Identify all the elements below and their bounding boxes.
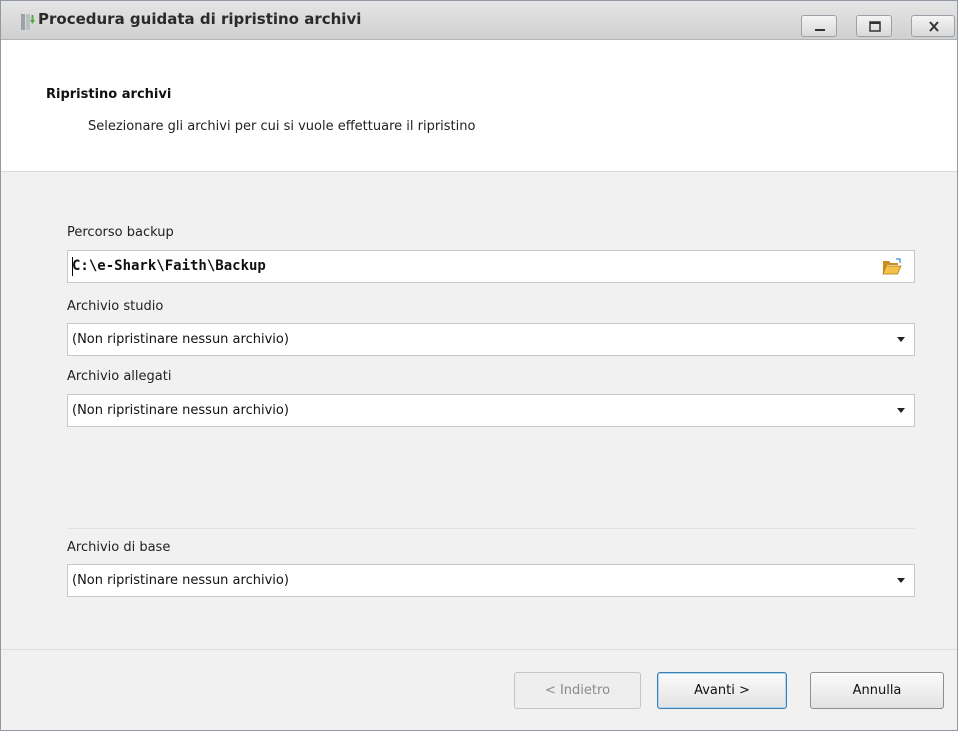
footer-divider	[1, 649, 957, 650]
backup-path-label: Percorso backup	[67, 225, 174, 240]
cancel-button[interactable]: Annulla	[810, 672, 944, 709]
title-bar[interactable]: Procedura guidata di ripristino archivi	[1, 1, 957, 40]
base-archive-select[interactable]: (Non ripristinare nessun archivio)	[67, 564, 915, 597]
base-archive-label: Archivio di base	[67, 540, 171, 555]
attachments-archive-label: Archivio allegati	[67, 369, 172, 384]
backup-path-input[interactable]: C:\e-Shark\Faith\Backup	[67, 250, 915, 283]
backup-path-value: C:\e-Shark\Faith\Backup	[72, 258, 266, 274]
chevron-down-icon[interactable]	[897, 337, 905, 342]
back-button[interactable]: < Indietro	[514, 672, 641, 709]
close-button[interactable]	[911, 15, 955, 37]
restore-archive-icon	[21, 14, 35, 30]
page-title: Ripristino archivi	[46, 87, 172, 102]
page-subtitle: Selezionare gli archivi per cui si vuole…	[88, 119, 476, 134]
studio-archive-select[interactable]: (Non ripristinare nessun archivio)	[67, 323, 915, 356]
chevron-down-icon[interactable]	[897, 408, 905, 413]
attachments-archive-value: (Non ripristinare nessun archivio)	[72, 403, 289, 418]
chevron-down-icon[interactable]	[897, 578, 905, 583]
wizard-content: Percorso backup C:\e-Shark\Faith\Backup …	[1, 172, 957, 730]
maximize-icon	[869, 21, 881, 32]
studio-archive-label: Archivio studio	[67, 299, 164, 314]
minimize-icon	[815, 29, 825, 31]
open-folder-icon[interactable]	[882, 258, 902, 276]
base-archive-value: (Non ripristinare nessun archivio)	[72, 573, 289, 588]
studio-archive-value: (Non ripristinare nessun archivio)	[72, 332, 289, 347]
window-title: Procedura guidata di ripristino archivi	[38, 10, 362, 28]
wizard-header: Ripristino archivi Selezionare gli archi…	[1, 40, 957, 172]
wizard-window: Procedura guidata di ripristino archivi …	[0, 0, 958, 731]
maximize-button[interactable]	[856, 15, 892, 37]
next-button[interactable]: Avanti >	[657, 672, 787, 709]
section-divider	[67, 528, 915, 529]
attachments-archive-select[interactable]: (Non ripristinare nessun archivio)	[67, 394, 915, 427]
minimize-button[interactable]	[801, 15, 837, 37]
close-icon	[929, 21, 939, 32]
